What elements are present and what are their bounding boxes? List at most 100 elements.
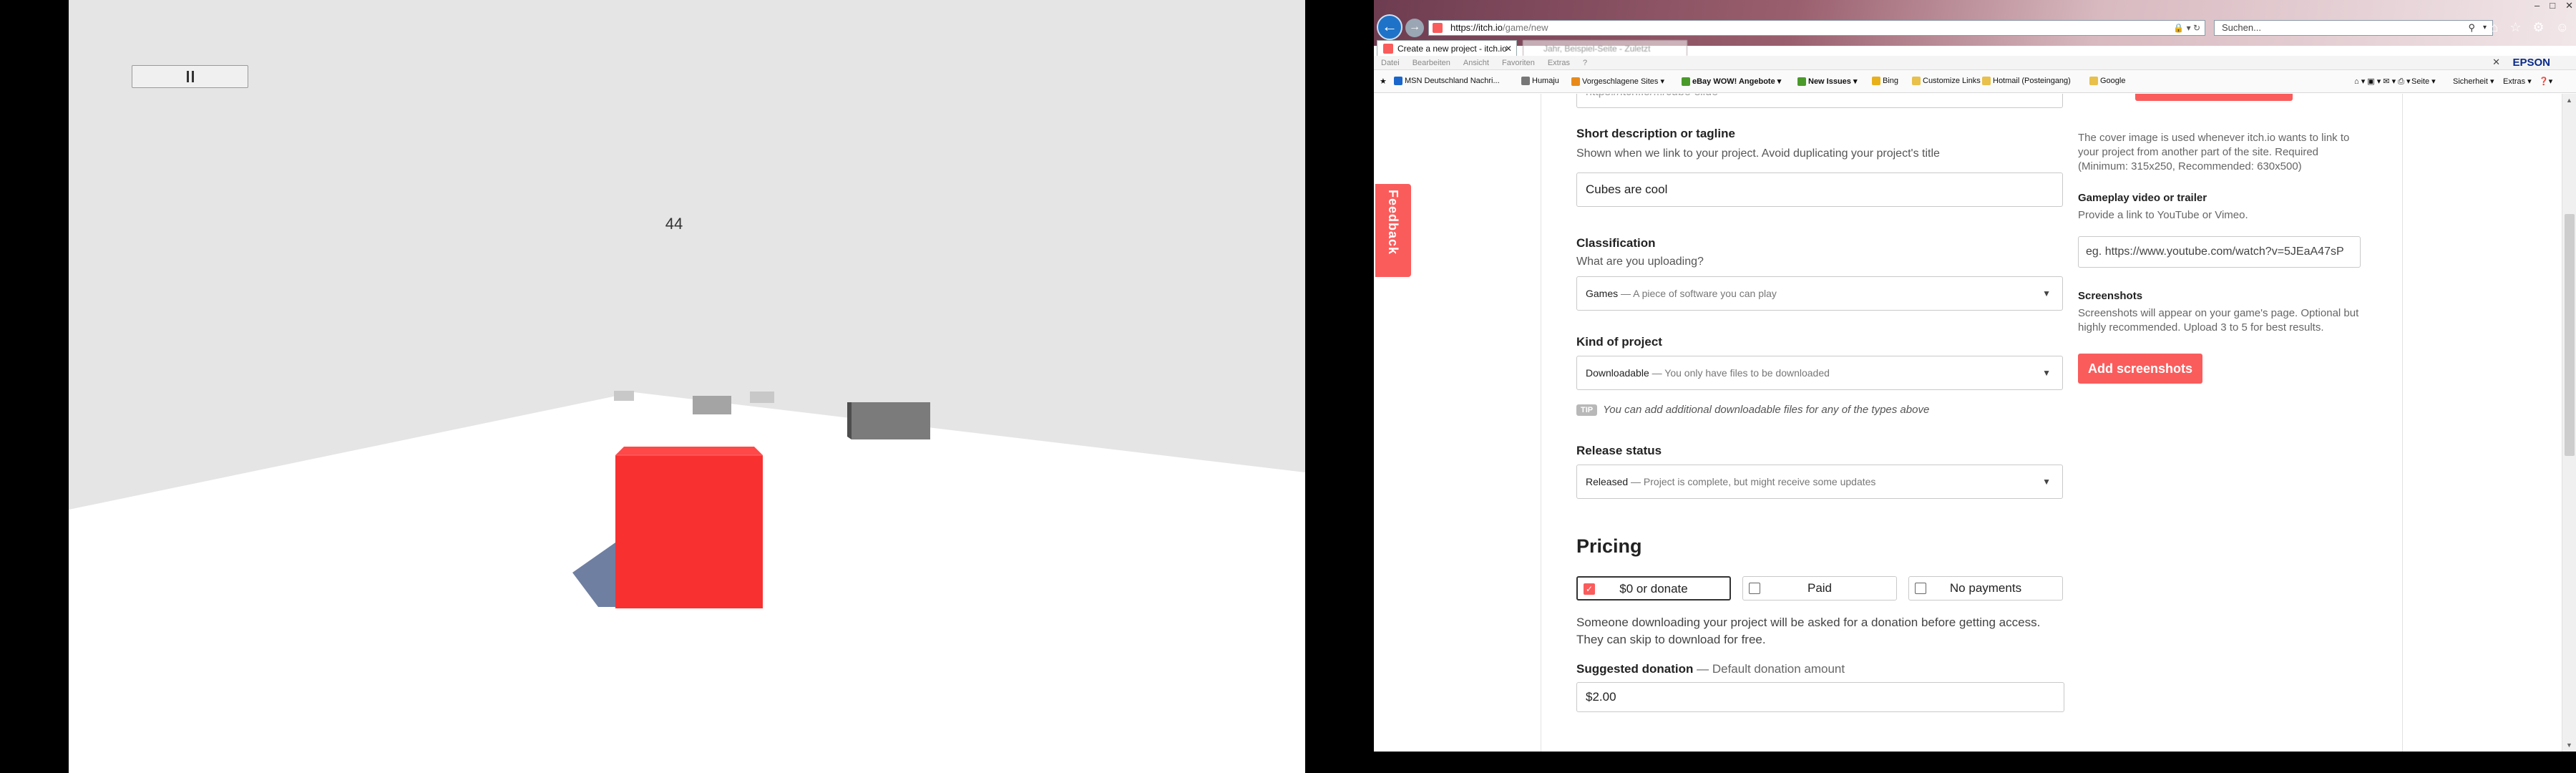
tip-text: You can add additional downloadable file… bbox=[1603, 404, 1930, 416]
menu-help[interactable]: ? bbox=[1583, 56, 1587, 69]
epson-logo: EPSON bbox=[2512, 57, 2550, 69]
add-screenshots-button[interactable]: Add screenshots bbox=[2078, 354, 2203, 384]
obstacle-far-right bbox=[750, 392, 774, 403]
menu-extras[interactable]: Extras bbox=[1548, 56, 1570, 69]
short-description-hint: Shown when we link to your project. Avoi… bbox=[1576, 147, 1940, 160]
screenshots-label: Screenshots bbox=[2078, 290, 2143, 302]
screenshots-hint: Screenshots will appear on your game's p… bbox=[2078, 307, 2359, 334]
tab-label: Jahr, Beispiel-Seite - Zuletzt bbox=[1543, 44, 1651, 54]
game-viewport[interactable]: 44 bbox=[69, 0, 1305, 773]
project-url-field[interactable]: https://itch.io/.../cube-slide bbox=[1576, 94, 2063, 108]
page-scrollbar[interactable]: ▲ ▼ bbox=[2562, 94, 2576, 752]
release-status-select[interactable]: Released — Project is complete, but migh… bbox=[1576, 465, 2063, 499]
address-bar[interactable]: https://itch.io/game/new 🔒 ▾ ↻ bbox=[1428, 20, 2205, 36]
menu-bar: Datei Bearbeiten Ansicht Favoriten Extra… bbox=[1374, 56, 2576, 70]
suggested-donation-input[interactable]: $2.00 bbox=[1576, 682, 2064, 712]
game-scene bbox=[69, 391, 1305, 773]
toolbar-icons: ⌂ ☆ ⚙ ☺ bbox=[2490, 20, 2569, 35]
cmd-extras[interactable]: Extras ▾ bbox=[2503, 77, 2532, 86]
classification-detail: — A piece of software you can play bbox=[1621, 288, 1777, 299]
kind-detail: — You only have files to be downloaded bbox=[1652, 367, 1830, 379]
window-controls: – □ ✕ bbox=[2534, 0, 2573, 11]
score-display: 44 bbox=[665, 215, 683, 233]
home-icon[interactable]: ⌂ bbox=[2490, 20, 2498, 35]
video-hint: Provide a link to YouTube or Vimeo. bbox=[2078, 209, 2248, 221]
pause-button[interactable] bbox=[132, 65, 248, 88]
short-description-input[interactable]: Cubes are cool bbox=[1576, 172, 2063, 207]
player-cube bbox=[615, 455, 763, 608]
fav-suggested-sites[interactable]: Vorgeschlagene Sites ▾ bbox=[1571, 77, 1664, 86]
upload-cover-button[interactable] bbox=[2135, 94, 2293, 101]
chevron-down-icon: ▼ bbox=[2042, 288, 2051, 298]
classification-value: Games bbox=[1586, 288, 1619, 299]
menu-bearbeiten[interactable]: Bearbeiten bbox=[1413, 56, 1450, 69]
close-menu-icon[interactable]: ✕ bbox=[2492, 57, 2500, 68]
pause-icon bbox=[186, 71, 189, 82]
menu-datei[interactable]: Datei bbox=[1381, 56, 1400, 69]
tab-create-project[interactable]: Create a new project - itch.io ✕ bbox=[1377, 40, 1517, 56]
scroll-up-icon[interactable]: ▲ bbox=[2566, 97, 2572, 104]
obstacle-far-mid bbox=[693, 396, 731, 414]
forward-arrow-icon[interactable]: → bbox=[1405, 19, 1424, 37]
video-url-input[interactable]: eg. https://www.youtube.com/watch?v=5JEa… bbox=[2078, 236, 2361, 268]
itch-favicon-icon bbox=[1433, 23, 1443, 33]
close-tab-icon[interactable]: ✕ bbox=[1505, 41, 1512, 57]
minimize-icon[interactable]: – bbox=[2534, 0, 2540, 11]
chevron-down-icon: ▼ bbox=[2042, 368, 2051, 378]
menu-favoriten[interactable]: Favoriten bbox=[1502, 56, 1535, 69]
pricing-option-no-payments[interactable]: No payments bbox=[1908, 576, 2063, 601]
fav-new-issues[interactable]: New Issues ▾ bbox=[1797, 77, 1858, 86]
favorites-star-icon[interactable]: ★ bbox=[1380, 77, 1387, 86]
fav-customize-links[interactable]: Customize Links bbox=[1912, 77, 1981, 85]
gear-icon[interactable]: ⚙ bbox=[2532, 20, 2544, 35]
scroll-thumb[interactable] bbox=[2565, 214, 2575, 456]
tip-note: TIP You can add additional downloadable … bbox=[1576, 404, 1929, 416]
cmd-seite[interactable]: Seite ▾ bbox=[2411, 77, 2436, 86]
star-icon[interactable]: ☆ bbox=[2509, 20, 2521, 35]
classification-select[interactable]: Games — A piece of software you can play… bbox=[1576, 276, 2063, 311]
scroll-down-icon[interactable]: ▼ bbox=[2566, 742, 2572, 749]
release-value: Released bbox=[1586, 476, 1629, 487]
short-description-label: Short description or tagline bbox=[1576, 127, 1735, 140]
checkbox-icon bbox=[1915, 583, 1926, 594]
video-label: Gameplay video or trailer bbox=[2078, 192, 2207, 204]
pricing-title: Pricing bbox=[1576, 535, 1642, 557]
smiley-icon[interactable]: ☺ bbox=[2556, 20, 2569, 35]
address-host: https://itch.io bbox=[1450, 22, 1503, 33]
pricing-option-paid[interactable]: Paid bbox=[1742, 576, 1897, 601]
feedback-button[interactable]: Feedback bbox=[1375, 184, 1411, 277]
title-bar: – □ ✕ ← → https://itch.io/game/new 🔒 ▾ ↻… bbox=[1374, 0, 2576, 46]
maximize-icon[interactable]: □ bbox=[2550, 0, 2555, 11]
column-divider bbox=[2402, 94, 2403, 752]
chevron-down-icon[interactable]: ▾ bbox=[2483, 21, 2487, 35]
fav-ebay[interactable]: eBay WOW! Angebote ▾ bbox=[1682, 77, 1781, 86]
back-arrow-icon[interactable]: ← bbox=[1377, 14, 1402, 40]
command-icons[interactable]: ⌂ ▾ ▣ ▾ ✉ ▾ ⎙ ▾ bbox=[2354, 77, 2411, 87]
close-icon[interactable]: ✕ bbox=[2565, 0, 2573, 11]
cover-image-note: The cover image is used whenever itch.io… bbox=[2078, 132, 2350, 172]
address-controls[interactable]: 🔒 ▾ ↻ bbox=[2173, 21, 2200, 35]
pricing-option-donate[interactable]: ✓ $0 or donate bbox=[1576, 576, 1731, 601]
tab-other[interactable]: Jahr, Beispiel-Seite - Zuletzt bbox=[1523, 40, 1687, 56]
favorites-bar: ★ MSN Deutschland Nachri... Humaju Vorge… bbox=[1374, 70, 2576, 93]
search-placeholder: Suchen... bbox=[2222, 22, 2261, 33]
kind-select[interactable]: Downloadable — You only have files to be… bbox=[1576, 356, 2063, 390]
obstacle-far-left bbox=[614, 391, 634, 401]
obstacle-near-right bbox=[852, 402, 930, 439]
search-icon[interactable]: ⚲ bbox=[2468, 21, 2475, 35]
kind-label: Kind of project bbox=[1576, 335, 1662, 349]
screen: 44 – □ ✕ ← → https://itch.io/game/new 🔒 … bbox=[0, 0, 2576, 773]
menu-ansicht[interactable]: Ansicht bbox=[1463, 56, 1489, 69]
checkbox-icon bbox=[1749, 583, 1760, 594]
fav-google[interactable]: Google bbox=[2089, 77, 2125, 85]
release-detail: — Project is complete, but might receive… bbox=[1631, 476, 1876, 487]
help-icon[interactable]: ❓▾ bbox=[2539, 77, 2552, 86]
cmd-sicherheit[interactable]: Sicherheit ▾ bbox=[2453, 77, 2494, 86]
fav-humaju[interactable]: Humaju bbox=[1521, 77, 1559, 85]
fav-msn[interactable]: MSN Deutschland Nachri... bbox=[1394, 77, 1500, 85]
fav-bing[interactable]: Bing bbox=[1872, 77, 1898, 85]
search-input[interactable]: Suchen... ⚲ ▾ bbox=[2214, 20, 2493, 36]
address-path: /game/new bbox=[1502, 22, 1548, 33]
classification-hint: What are you uploading? bbox=[1576, 256, 1704, 268]
fav-hotmail[interactable]: Hotmail (Posteingang) bbox=[1982, 77, 2071, 85]
